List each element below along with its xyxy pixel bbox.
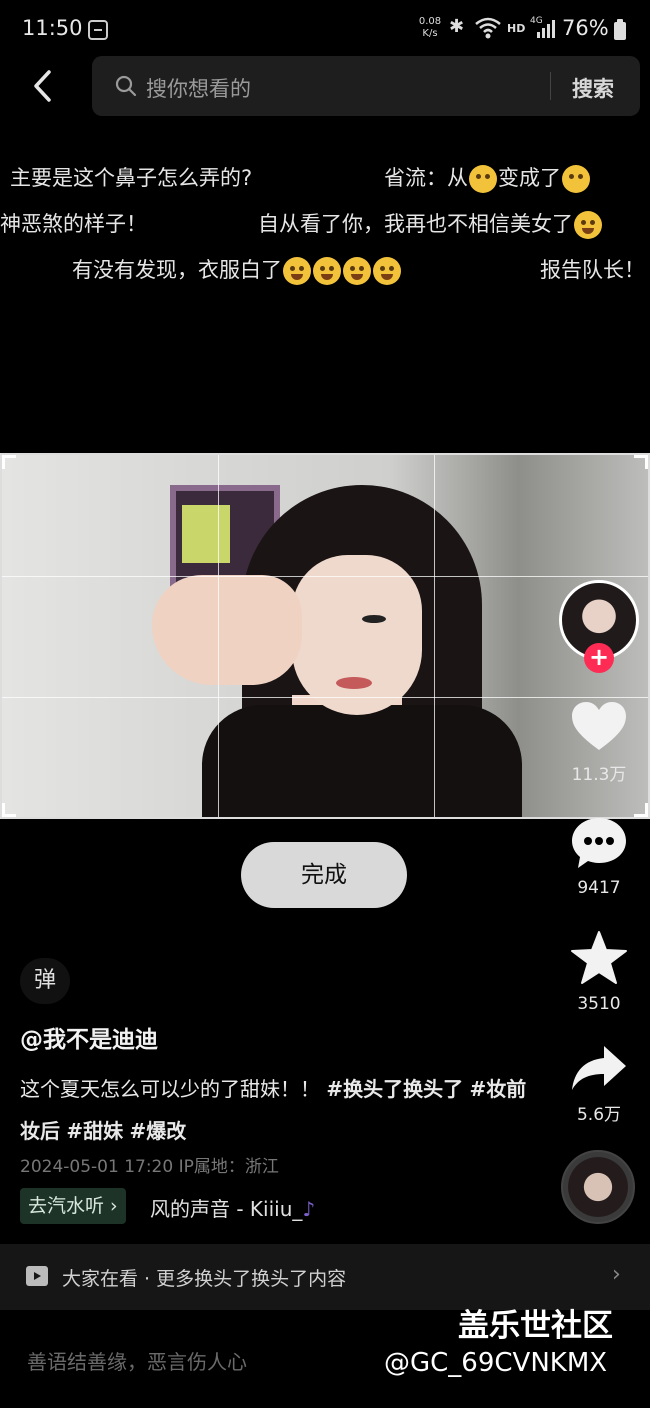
video-person-body (202, 705, 522, 817)
crop-grid-line (2, 697, 648, 698)
laugh-cry-emoji-icon (574, 211, 602, 239)
comment-count: 9417 (577, 878, 621, 898)
battery-percent: 76% (562, 16, 609, 40)
search-divider (550, 72, 551, 100)
crop-handle[interactable] (2, 455, 16, 469)
share-icon (572, 1046, 626, 1090)
laugh-cry-emoji-icon (283, 257, 311, 285)
video-player[interactable] (0, 453, 650, 819)
star-icon (571, 931, 627, 984)
hashtag[interactable]: #换头了换头了 (326, 1077, 463, 1101)
danmaku-item: 神恶煞的样子！ (0, 212, 147, 236)
net-speed: 0.08 K/s (418, 16, 442, 39)
comment-button[interactable]: 9417 (560, 816, 638, 898)
video-person-eye (362, 615, 386, 623)
chevron-right-icon: › (612, 1262, 621, 1287)
search-bar[interactable]: 搜你想看的 搜索 (92, 56, 640, 116)
search-input[interactable]: 搜你想看的 (146, 73, 251, 103)
status-bar: 11:50 0.08 K/s ✱ HD 4G 76% (0, 0, 650, 58)
listen-in-app-button[interactable]: 去汽水听 › (20, 1188, 126, 1224)
done-button[interactable]: 完成 (241, 842, 407, 908)
hashtag[interactable]: #爆改 (129, 1119, 186, 1143)
video-person-hand (152, 575, 302, 685)
favorite-count: 3510 (577, 994, 621, 1014)
music-info[interactable]: 风的声音 - Kiiiu_♪ (150, 1193, 315, 1222)
signal-icon (537, 20, 555, 38)
hashtag[interactable]: #甜妹 (66, 1119, 123, 1143)
danmaku-item: 报告队长！ (540, 258, 645, 282)
search-icon (115, 75, 137, 97)
share-count: 5.6万 (576, 1105, 622, 1125)
follow-button[interactable]: + (584, 643, 614, 673)
post-description: 这个夏天怎么可以少的了甜妹！！ #换头了换头了 #妆前妆后 #甜妹 #爆改 (20, 1077, 527, 1143)
sunglasses-emoji-icon (469, 165, 497, 193)
laugh-cry-emoji-icon (343, 257, 371, 285)
like-count: 11.3万 (571, 765, 627, 785)
crop-handle[interactable] (2, 803, 16, 817)
author-name[interactable]: @我不是迪迪 (20, 1020, 158, 1054)
crop-grid-line (2, 576, 648, 577)
hd-indicator: HD (507, 22, 526, 35)
laugh-cry-emoji-icon (373, 257, 401, 285)
danmaku-toggle-button[interactable]: 弹 (20, 958, 70, 1004)
crop-grid-line (218, 455, 219, 817)
search-button[interactable]: 搜索 (572, 73, 614, 103)
comment-icon (572, 818, 626, 868)
crop-handle[interactable] (634, 803, 648, 817)
comment-input[interactable]: 善语结善缘，恶言伤人心 (27, 1346, 247, 1375)
crop-handle[interactable] (634, 455, 648, 469)
video-subway-screen (182, 505, 230, 563)
bluetooth-icon: ✱ (449, 16, 465, 37)
danmaku-item: 有没有发现，衣服白了 (72, 256, 402, 285)
danmaku-item: 主要是这个鼻子怎么弄的? (10, 166, 253, 190)
laugh-cry-emoji-icon (313, 257, 341, 285)
back-arrow-icon (34, 70, 51, 102)
music-note-icon: ♪ (302, 1197, 316, 1221)
watermark-title: 盖乐世社区 (458, 1308, 613, 1344)
share-button[interactable]: 5.6万 (560, 1044, 638, 1125)
post-ip: IP属地：浙江 (178, 1157, 279, 1177)
danmaku-item: 省流：从 变成了 (384, 164, 591, 193)
wifi-icon (475, 17, 501, 39)
plus-icon: + (588, 643, 610, 671)
danmaku-item: 自从看了你，我再也不相信美女了 (258, 210, 603, 239)
post-meta: 2024-05-01 17:20 IP属地：浙江 (20, 1152, 279, 1177)
screenshot-icon (88, 20, 108, 40)
favorite-button[interactable]: 3510 (560, 930, 638, 1014)
status-time: 11:50 (22, 16, 83, 40)
video-person-lips (336, 677, 372, 689)
crop-grid-line (434, 455, 435, 817)
post-date: 2024-05-01 17:20 (20, 1157, 174, 1177)
heart-icon (572, 702, 626, 750)
video-person-face (292, 555, 422, 715)
play-icon (26, 1266, 48, 1286)
music-disc[interactable] (561, 1150, 635, 1224)
watermark-id: @GC_69CVNKMX (384, 1348, 608, 1378)
battery-icon (614, 19, 626, 40)
like-button[interactable]: 11.3万 (560, 700, 638, 785)
surprised-emoji-icon (562, 165, 590, 193)
back-button[interactable] (24, 66, 64, 106)
related-content-label: 大家在看 · 更多换头了换头了内容 (62, 1268, 347, 1290)
